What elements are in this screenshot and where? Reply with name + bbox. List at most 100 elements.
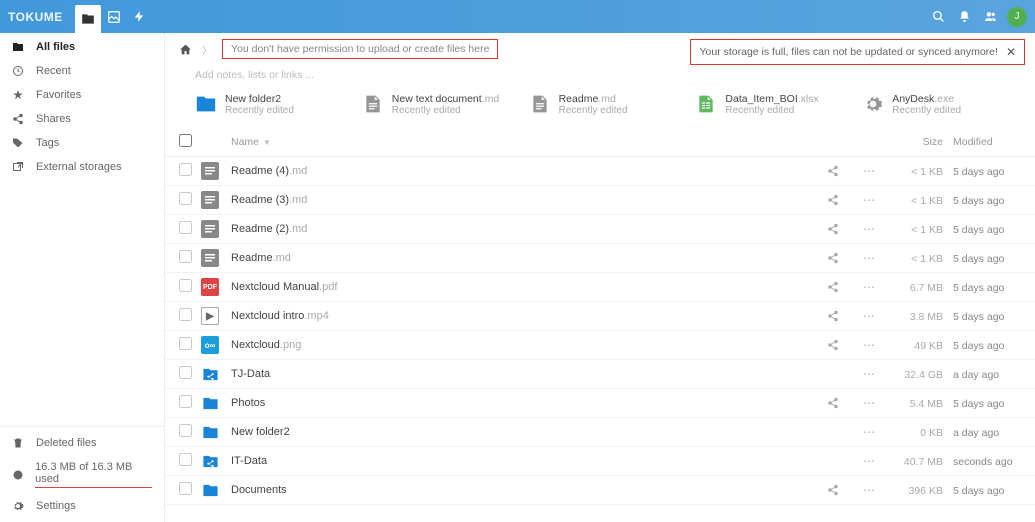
recent-item[interactable]: Data_Item_BOI.xlsxRecently edited (695, 93, 838, 116)
row-checkbox[interactable] (179, 250, 192, 263)
folder-icon (201, 481, 219, 499)
row-checkbox[interactable] (179, 366, 192, 379)
col-name-header[interactable]: Name (231, 136, 259, 148)
table-row[interactable]: Photos⋯5.4 MB5 days ago (165, 389, 1035, 418)
table-row[interactable]: Readme.md⋯< 1 KB5 days ago (165, 244, 1035, 273)
share-icon[interactable] (827, 194, 855, 206)
sidebar-item-favorites[interactable]: Favorites (0, 83, 164, 107)
table-row[interactable]: New folder2⋯0 KBa day ago (165, 418, 1035, 447)
recent-item[interactable]: Readme.mdRecently edited (529, 93, 672, 116)
more-icon[interactable]: ⋯ (863, 222, 875, 236)
avatar[interactable]: J (1007, 7, 1027, 27)
sidebar-item-tags[interactable]: Tags (0, 131, 164, 155)
sidebar-item-shares[interactable]: Shares (0, 107, 164, 131)
table-row[interactable]: Readme (4).md⋯< 1 KB5 days ago (165, 157, 1035, 186)
select-all-checkbox[interactable] (179, 134, 192, 147)
close-icon[interactable]: ✕ (1006, 45, 1016, 59)
more-icon[interactable]: ⋯ (863, 367, 875, 381)
doc-icon (529, 93, 551, 115)
sidebar-item-external-storages[interactable]: External storages (0, 155, 164, 179)
sidebar-bottom-trash[interactable]: Deleted files (0, 431, 164, 455)
file-name[interactable]: Nextcloud intro.mp4 (231, 310, 329, 322)
share-icon[interactable] (827, 397, 855, 409)
col-modified-header[interactable]: Modified (953, 136, 993, 148)
share-icon[interactable] (827, 165, 855, 177)
recent-item[interactable]: AnyDesk.exeRecently edited (862, 93, 1005, 116)
sidebar-item-all-files[interactable]: All files (0, 35, 164, 59)
file-name[interactable]: Documents (231, 484, 287, 496)
more-icon[interactable]: ⋯ (863, 396, 875, 410)
file-size: 49 KB (914, 340, 943, 352)
home-icon[interactable] (179, 43, 192, 56)
table-row[interactable]: PDFNextcloud Manual.pdf⋯6.7 MB5 days ago (165, 273, 1035, 302)
table-row[interactable]: IT-Data⋯40.7 MBseconds ago (165, 447, 1035, 476)
file-name[interactable]: Nextcloud.png (231, 339, 301, 351)
activity-app-icon[interactable] (127, 4, 153, 30)
more-icon[interactable]: ⋯ (863, 338, 875, 352)
row-checkbox[interactable] (179, 482, 192, 495)
table-row[interactable]: Documents⋯396 KB5 days ago (165, 476, 1035, 505)
table-row[interactable]: o∞Nextcloud.png⋯49 KB5 days ago (165, 331, 1035, 360)
share-icon[interactable] (827, 281, 855, 293)
sort-icon[interactable]: ▼ (263, 138, 271, 147)
more-icon[interactable]: ⋯ (863, 193, 875, 207)
row-checkbox[interactable] (179, 192, 192, 205)
notifications-icon[interactable] (951, 4, 977, 30)
row-checkbox[interactable] (179, 395, 192, 408)
recent-item[interactable]: New text document.mdRecently edited (362, 93, 505, 116)
gallery-app-icon[interactable] (101, 4, 127, 30)
file-name[interactable]: Readme.md (231, 252, 291, 264)
sidebar-item-recent[interactable]: Recent (0, 59, 164, 83)
more-icon[interactable]: ⋯ (863, 454, 875, 468)
row-checkbox[interactable] (179, 337, 192, 350)
recent-name: Readme.md (559, 93, 628, 105)
row-checkbox[interactable] (179, 279, 192, 292)
recent-files-row: New folder2Recently edited New text docum… (165, 93, 1035, 128)
file-name[interactable]: IT-Data (231, 455, 267, 467)
col-size-header[interactable]: Size (923, 136, 943, 148)
row-checkbox[interactable] (179, 308, 192, 321)
file-size: 32.4 GB (904, 369, 943, 381)
recent-item[interactable]: New folder2Recently edited (195, 93, 338, 116)
file-name[interactable]: Readme (2).md (231, 223, 307, 235)
table-row[interactable]: Readme (3).md⋯< 1 KB5 days ago (165, 186, 1035, 215)
share-icon[interactable] (827, 223, 855, 235)
more-icon[interactable]: ⋯ (863, 164, 875, 178)
more-icon[interactable]: ⋯ (863, 425, 875, 439)
file-name[interactable]: Readme (4).md (231, 165, 307, 177)
table-header: Name ▼ Size Modified (165, 128, 1035, 157)
more-icon[interactable]: ⋯ (863, 251, 875, 265)
file-name[interactable]: TJ-Data (231, 368, 270, 380)
file-modified: a day ago (953, 427, 999, 439)
table-row[interactable]: ▶Nextcloud intro.mp4⋯3.8 MB5 days ago (165, 302, 1035, 331)
breadcrumb-separator: 〉 (202, 42, 212, 57)
row-checkbox[interactable] (179, 221, 192, 234)
row-checkbox[interactable] (179, 424, 192, 437)
share-icon[interactable] (827, 310, 855, 322)
table-row[interactable]: Readme (2).md⋯< 1 KB5 days ago (165, 215, 1035, 244)
folder-icon (195, 93, 217, 115)
sidebar-item-label: 16.3 MB of 16.3 MB used (35, 461, 152, 488)
row-checkbox[interactable] (179, 453, 192, 466)
share-icon[interactable] (827, 252, 855, 264)
table-row[interactable]: TJ-Data ⋯ 32.4 GB a day ago (165, 360, 1035, 389)
file-size: < 1 KB (911, 195, 943, 207)
shared-folder-icon (201, 452, 219, 470)
file-name[interactable]: Readme (3).md (231, 194, 307, 206)
share-icon[interactable] (827, 484, 855, 496)
row-checkbox[interactable] (179, 163, 192, 176)
file-name[interactable]: Photos (231, 397, 265, 409)
contacts-icon[interactable] (977, 4, 1003, 30)
files-app-icon[interactable] (75, 5, 101, 33)
sidebar-bottom-gear[interactable]: Settings (0, 494, 164, 518)
notes-placeholder[interactable]: Add notes, lists or links ... (165, 65, 1035, 93)
more-icon[interactable]: ⋯ (863, 483, 875, 497)
more-icon[interactable]: ⋯ (863, 309, 875, 323)
xls-icon (695, 93, 717, 115)
more-icon[interactable]: ⋯ (863, 280, 875, 294)
file-modified: a day ago (953, 369, 999, 381)
file-name[interactable]: Nextcloud Manual.pdf (231, 281, 337, 293)
share-icon[interactable] (827, 339, 855, 351)
search-icon[interactable] (925, 4, 951, 30)
file-name[interactable]: New folder2 (231, 426, 290, 438)
